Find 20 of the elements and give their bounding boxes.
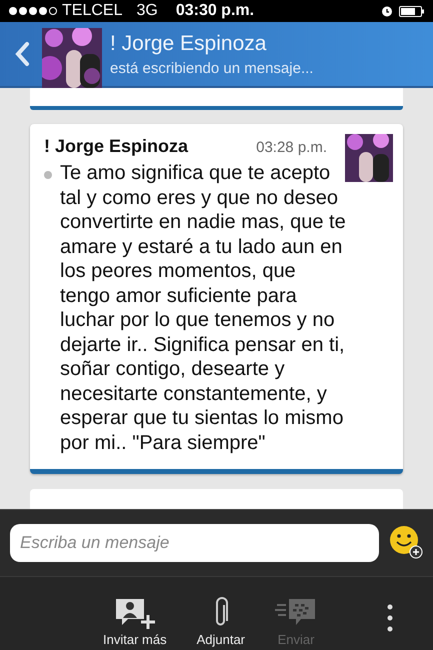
clock-text: 03:30 p.m. (176, 2, 254, 20)
alarm-icon (381, 5, 393, 17)
battery-icon (399, 6, 425, 16)
invite-button[interactable]: Invitar más (99, 597, 171, 647)
message-text: Te amo significa que te acepto tal y como eres y que no deseo convertirte en nadie mas, que te amare y estaré a tu lado aun en los peores momentos, que tengo amor suficiente para luchar por lo que tenemos y no dejarte ir.. Significa pensar en ti, soñar contigo, desearte y necesitarte constantemente, y esperar que tu sientas lo mismo por mi.. "Para siempre" (60, 161, 347, 455)
attach-button[interactable]: Adjuntar (192, 597, 249, 647)
network-text: 3G (136, 2, 158, 20)
smiley-icon (389, 524, 423, 558)
carrier-text: TELCEL (62, 2, 122, 20)
add-contact-icon (114, 597, 156, 629)
back-icon (14, 41, 30, 67)
message-input[interactable]: Escriba un mensaje (10, 524, 379, 562)
typing-status: está escribiendo un mensaje... (110, 60, 314, 76)
signal-icon (8, 6, 58, 16)
more-icon (387, 604, 393, 632)
contact-name: ! Jorge Espinoza (110, 32, 268, 56)
bullet-icon (44, 171, 52, 179)
message-time: 03:28 p.m. (256, 139, 327, 156)
emoticon-button[interactable] (389, 524, 423, 562)
sender-name: ! Jorge Espinoza (44, 136, 188, 157)
